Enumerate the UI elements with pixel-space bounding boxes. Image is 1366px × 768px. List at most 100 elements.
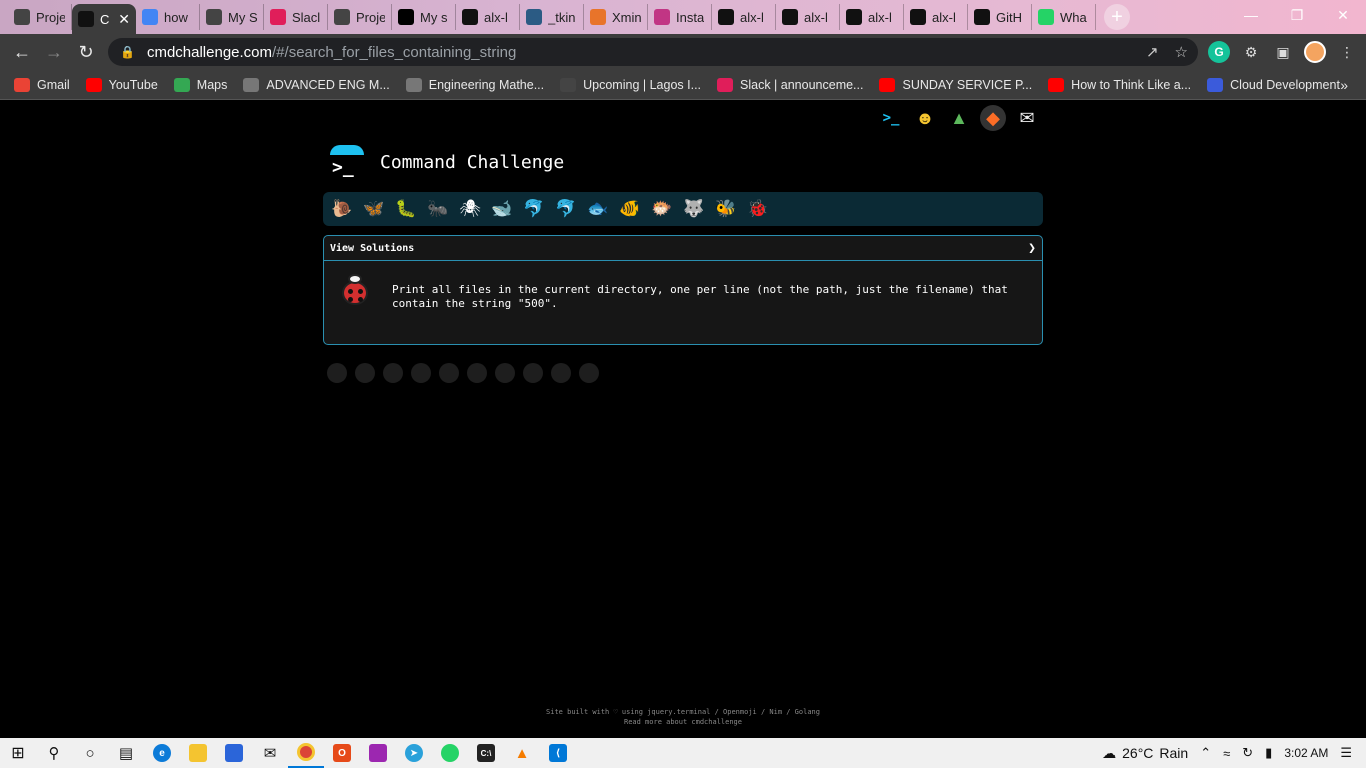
browser-tab[interactable]: Wha [1032,4,1096,30]
bookmark-star-icon[interactable]: ☆ [1175,43,1188,61]
tray-chevron-up-icon[interactable]: ⌃ [1200,745,1211,761]
browser-tab[interactable]: alx-l [904,4,968,30]
level-icon[interactable]: 🐡 [649,196,675,222]
mail-app-icon[interactable]: ✉ [252,738,288,768]
lock-icon[interactable]: 🔒 [120,45,135,59]
weather-widget[interactable]: ☁ 26°C Rain [1102,745,1188,762]
browser-tab[interactable]: alx-l [456,4,520,30]
level-icon[interactable]: 🐛 [393,196,419,222]
bookmarks-overflow-icon[interactable]: » [1340,77,1348,93]
loading-dot [439,363,459,383]
browser-tab[interactable]: My s [392,4,456,30]
task-view-icon[interactable]: ▤ [108,738,144,768]
new-tab-icon[interactable]: + [1104,4,1130,30]
level-icon[interactable]: 🐟 [585,196,611,222]
tree-icon[interactable]: ▲ [946,105,972,131]
battery-icon[interactable]: ▮ [1265,745,1272,761]
windows-start-icon[interactable]: ⊞ [0,738,36,768]
alx-icon [560,77,577,92]
level-icon[interactable]: 🐞 [745,196,771,222]
wifi-icon[interactable]: ≈ [1223,746,1230,761]
address-bar[interactable]: 🔒 cmdchallenge.com /#/search_for_files_c… [108,38,1198,66]
profile-avatar[interactable] [1304,41,1326,63]
gitlab-icon[interactable]: ◆ [980,105,1006,131]
browser-tab[interactable]: Insta [648,4,712,30]
terminal-app-icon[interactable]: C:\ [468,738,504,768]
slack-icon [717,77,734,92]
browser-tab[interactable]: _tkin [520,4,584,30]
bookmark-item[interactable]: ADVANCED ENG M... [243,77,390,92]
bookmark-item[interactable]: SUNDAY SERVICE P... [879,77,1032,92]
browser-tab[interactable]: alx-l [840,4,904,30]
bookmark-item[interactable]: Gmail [14,77,70,92]
store-icon[interactable] [216,738,252,768]
file-explorer-icon[interactable] [180,738,216,768]
tab-title: My s [420,9,448,25]
view-solutions-toggle[interactable]: View Solutions ❯ [324,236,1042,261]
level-icon[interactable]: 🦋 [361,196,387,222]
browser-tab[interactable]: My S [200,4,264,30]
vlc-icon[interactable]: ▲ [504,738,540,768]
level-icon[interactable]: 🐬 [553,196,579,222]
reload-icon[interactable]: ↻ [70,36,102,68]
browser-tab[interactable]: C ✕ [72,4,136,34]
bookmark-item[interactable]: Slack | announceme... [717,77,863,92]
browser-tab[interactable]: how [136,4,200,30]
share-icon[interactable]: ↗ [1146,43,1159,61]
bookmark-item[interactable]: Cloud Development [1207,77,1340,92]
browser-tab[interactable]: alx-l [776,4,840,30]
close-window-icon[interactable]: ✕ [1320,0,1366,30]
level-icon[interactable]: 🐌 [329,196,355,222]
cloud-icon [1207,77,1224,92]
chrome-icon[interactable] [288,738,324,768]
browser-tab[interactable]: Xmin [584,4,648,30]
emoji-icon[interactable]: ☻ [912,105,938,131]
footer-credits[interactable]: Site built with ♡ using jquery.terminal … [0,707,1366,717]
menu-icon[interactable]: ⋮ [1336,41,1358,63]
level-icon[interactable]: 🐜 [425,196,451,222]
bookmark-item[interactable]: Maps [173,77,227,92]
whatsapp-icon[interactable] [432,738,468,768]
office-icon[interactable]: O [324,738,360,768]
back-icon[interactable]: ← [6,36,38,68]
extensions-icon[interactable]: ⚙ [1240,41,1262,63]
close-tab-icon[interactable]: ✕ [118,11,130,28]
side-panel-icon[interactable]: ▣ [1272,41,1294,63]
notifications-icon[interactable]: ☰ [1340,745,1352,761]
level-icon[interactable]: 🕷 [457,196,483,222]
sync-icon[interactable]: ↻ [1242,745,1253,761]
terminal-icon[interactable]: >_ [878,105,904,131]
bookmark-label: Engineering Mathe... [428,77,545,92]
browser-tab[interactable]: alx-l [712,4,776,30]
level-icon[interactable]: 🐠 [617,196,643,222]
clock[interactable]: 3:02 AM [1284,746,1328,760]
paint-icon[interactable] [360,738,396,768]
level-icon[interactable]: 🐬 [521,196,547,222]
browser-tab[interactable]: Slacl [264,4,328,30]
bookmark-item[interactable]: Engineering Mathe... [405,77,545,92]
bookmark-item[interactable]: YouTube [85,77,158,92]
loading-dot [355,363,375,383]
cortana-icon[interactable]: ○ [72,738,108,768]
level-icon[interactable]: 🐋 [489,196,515,222]
bookmark-item[interactable]: How to Think Like a... [1048,77,1191,92]
minimize-icon[interactable]: — [1228,0,1274,30]
weather-icon: ☁ [1102,744,1117,761]
telegram-icon[interactable]: ➤ [396,738,432,768]
mail-icon[interactable]: ✉ [1014,105,1040,131]
level-icon[interactable]: 🐺 [681,196,707,222]
vscode-icon[interactable]: ⟨ [540,738,576,768]
edge-icon[interactable]: e [144,738,180,768]
url-path: /#/search_for_files_containing_string [272,43,517,61]
grammarly-icon[interactable]: G [1208,41,1230,63]
bookmark-item[interactable]: Upcoming | Lagos I... [560,77,701,92]
footer-read-more-link[interactable]: Read more about cmdchallenge [0,717,1366,727]
search-icon[interactable]: ⚲ [36,738,72,768]
level-icon[interactable]: 🐝 [713,196,739,222]
browser-tab[interactable]: GitH [968,4,1032,30]
restore-icon[interactable]: ❐ [1274,0,1320,30]
browser-tab[interactable]: Proje [328,4,392,30]
browser-tab[interactable]: Proje [8,4,72,30]
cmdchallenge-logo-icon[interactable]: >_ [330,145,364,179]
forward-icon[interactable]: → [38,36,70,68]
